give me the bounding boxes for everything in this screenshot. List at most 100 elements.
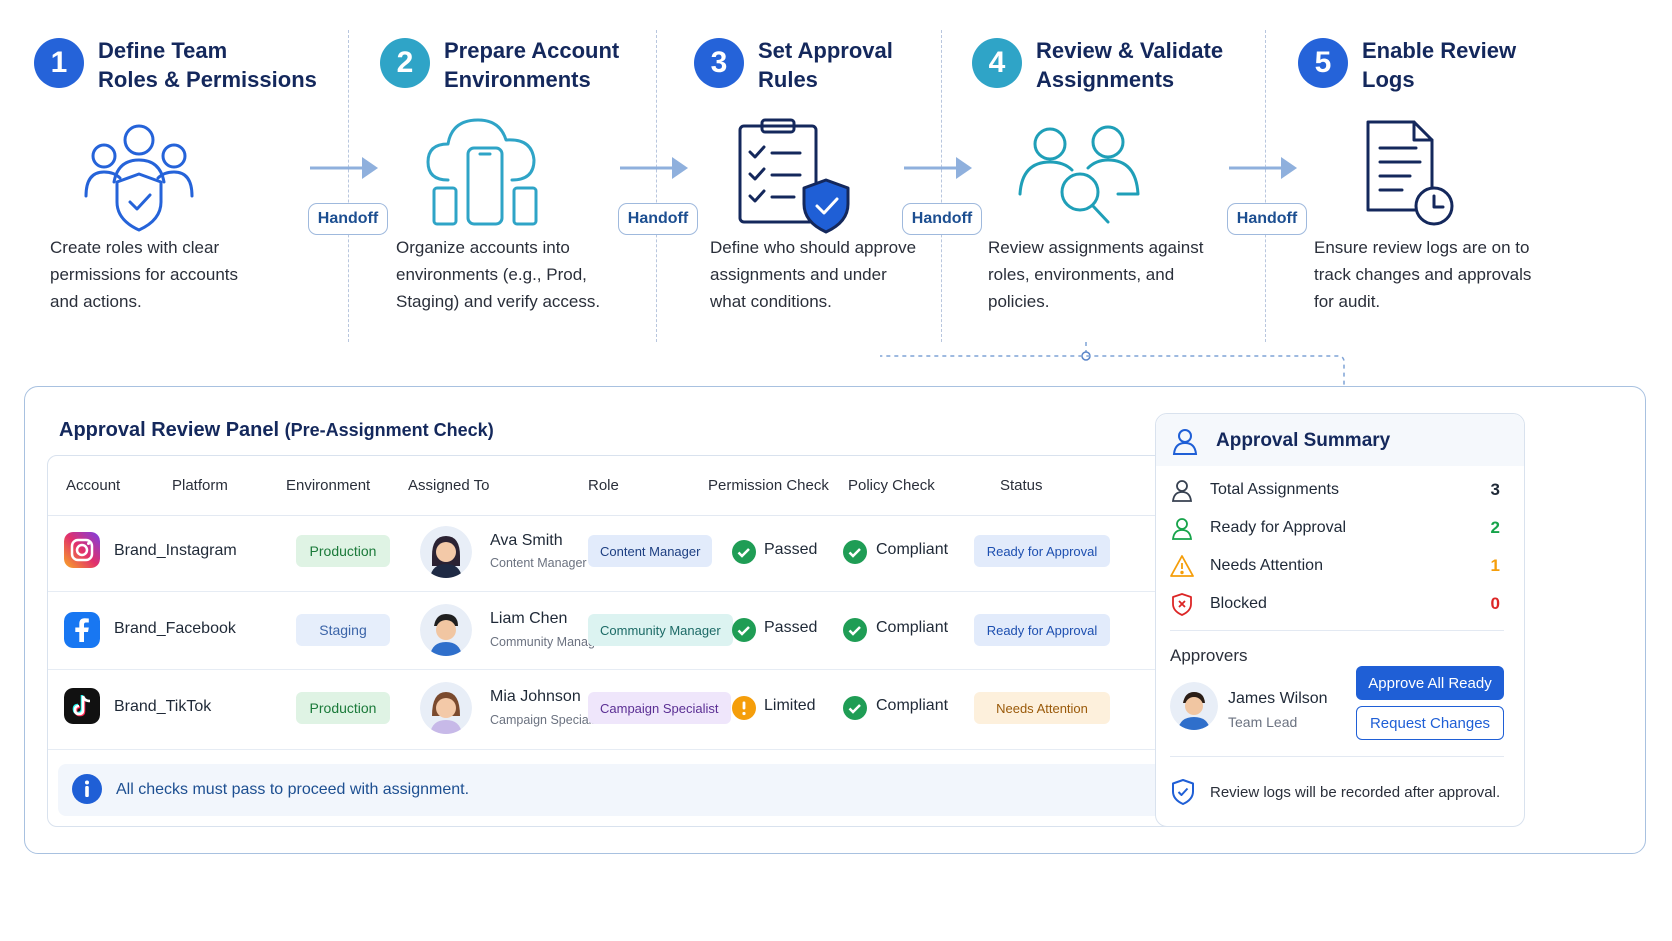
step-1: 1 Define Team Roles & Permissions Create… [34,30,334,350]
check-circle-icon [732,540,756,564]
shield-check-icon [1172,779,1194,805]
user-icon [1171,480,1193,502]
table-row[interactable]: Brand_Facebook Staging Liam Chen Communi… [48,592,1208,670]
info-text: All checks must pass to proceed with ass… [116,781,470,798]
divider [1170,630,1504,631]
approval-summary: Approval Summary Total Assignments 3 Rea… [1155,413,1525,827]
step-number-badge: 2 [380,38,430,88]
table-row[interactable]: Brand_TikTok Production Mia Johnson Camp… [48,670,1208,750]
approvers-label: Approvers [1170,646,1248,665]
account-name: Brand_Facebook [114,620,236,637]
step-title: Define Team Roles & Permissions [98,38,317,92]
permission-check-result: Limited [764,697,816,714]
instagram-icon [64,532,100,568]
request-changes-button[interactable]: Request Changes [1356,706,1504,740]
column-header: Environment [286,477,371,494]
policy-check-result: Compliant [876,619,949,636]
permission-check-result: Passed [764,541,818,558]
summary-label: Needs Attention [1210,557,1323,574]
step-description: Create roles with clear permissions for … [50,238,239,311]
arrow-right-icon [904,157,972,179]
step-divider [941,30,942,342]
column-header: Account [66,477,121,494]
user-icon [1172,429,1198,455]
environment-badge: Production [296,535,390,567]
team-shield-icon [84,124,194,232]
column-header: Policy Check [848,477,935,494]
environment-badge: Production [296,692,390,724]
step-title: Enable Review Logs [1362,38,1517,92]
review-log-text: Review logs will be recorded after appro… [1210,784,1501,801]
facebook-icon [64,612,100,648]
people-search-icon [1018,125,1140,224]
assignee-name: Liam Chen [490,610,568,627]
check-circle-icon [732,618,756,642]
review-log-note: Review logs will be recorded after appro… [1170,778,1510,808]
summary-count: 0 [1490,594,1500,613]
summary-count: 2 [1490,518,1500,537]
assignee-title: Campaign Specialist [490,713,604,727]
assignments-table: Account Platform Environment Assigned To… [47,455,1209,827]
step-description: Organize accounts into environments (e.g… [396,238,601,311]
summary-label: Blocked [1210,595,1267,612]
arrow-right-icon [1229,157,1297,179]
summary-title: Approval Summary [1216,430,1391,451]
divider [1170,756,1504,757]
status-badge: Ready for Approval [974,535,1110,567]
table-row[interactable]: Brand_Instagram Production Ava Smith Con… [48,512,1208,592]
summary-count: 3 [1490,480,1500,499]
policy-check-result: Compliant [876,541,949,558]
panel-title: Approval Review Panel (Pre-Assignment Ch… [59,419,494,442]
handoff-label: Handoff [902,203,982,235]
user-check-icon [1171,518,1193,540]
approval-review-panel: Approval Review Panel (Pre-Assignment Ch… [24,386,1646,854]
step-description: Review assignments against roles, enviro… [988,238,1204,311]
assignee-title: Content Manager [490,556,587,570]
panel-title-text: Approval Review Panel [59,419,280,441]
process-flow: 1 Define Team Roles & Permissions Create… [0,0,1672,388]
step-number-badge: 5 [1298,38,1348,88]
permission-check-result: Passed [764,619,818,636]
blocked-shield-icon [1172,593,1192,616]
approve-all-ready-button[interactable]: Approve All Ready [1356,666,1504,700]
avatar [1170,682,1218,730]
step-number-badge: 4 [972,38,1022,88]
warning-icon [1170,555,1194,577]
policy-check-result: Compliant [876,697,949,714]
assignee-name: Mia Johnson [490,688,581,705]
panel-subtitle: (Pre-Assignment Check) [284,420,494,440]
avatar [420,526,472,578]
summary-label: Total Assignments [1210,481,1339,498]
step-description: Define who should approve assignments an… [710,238,917,311]
role-badge: Campaign Specialist [588,692,731,724]
status-badge: Ready for Approval [974,614,1110,646]
info-icon [72,774,102,804]
table-header: Account Platform Environment Assigned To… [48,456,1208,516]
info-banner: All checks must pass to proceed with ass… [58,764,1198,816]
column-header: Status [1000,477,1043,494]
check-circle-icon [843,540,867,564]
column-header: Role [588,477,619,494]
environment-badge: Staging [296,614,390,646]
arrow-right-icon [620,157,688,179]
warning-circle-icon [732,696,756,720]
handoff-label: Handoff [308,203,388,235]
arrow-right-icon [310,157,378,179]
step-number-badge: 3 [694,38,744,88]
handoff-label: Handoff [1227,203,1307,235]
summary-row-attention: Needs Attention 1 [1170,552,1500,582]
summary-label: Ready for Approval [1210,519,1347,536]
status-badge: Needs Attention [974,692,1110,724]
step-4: 4 Review & Validate Assignments Review a… [972,30,1272,350]
column-header: Platform [172,477,228,494]
role-badge: Community Manager [588,614,733,646]
step-5: 5 Enable Review Logs Ensure review logs … [1298,30,1598,350]
step-description: Ensure review logs are on to track chang… [1314,238,1532,311]
summary-row-blocked: Blocked 0 [1170,590,1500,620]
column-header: Assigned To [408,477,490,494]
summary-header: Approval Summary [1156,414,1524,466]
column-header: Permission Check [708,477,829,494]
account-name: Brand_TikTok [114,698,212,715]
step-divider [348,30,349,342]
avatar [420,604,472,656]
